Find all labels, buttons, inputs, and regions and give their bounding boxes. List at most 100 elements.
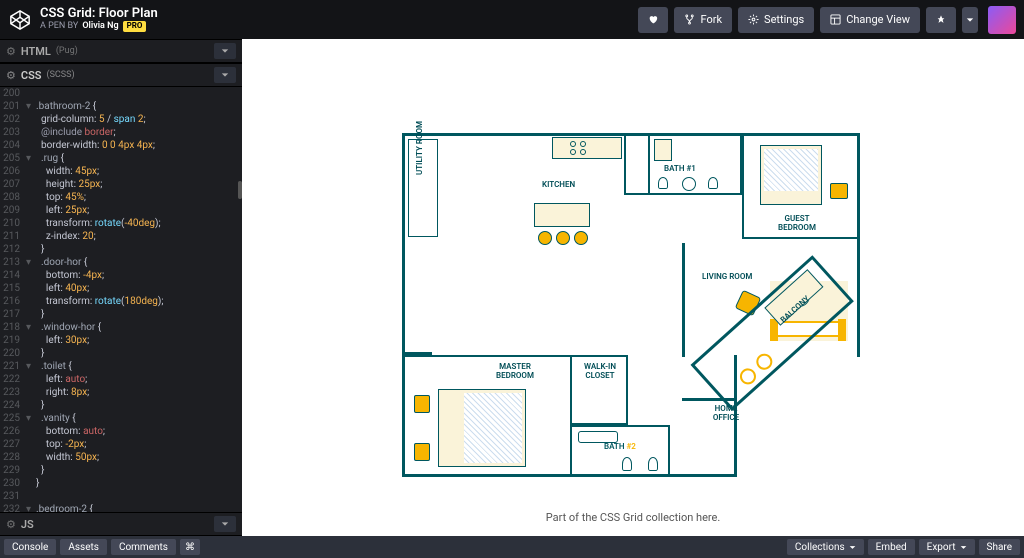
code-line[interactable]: 215 left: 40px;	[0, 282, 242, 295]
code-line[interactable]: 222 left: auto;	[0, 373, 242, 386]
embed-button[interactable]: Embed	[868, 539, 915, 555]
stool-icon	[538, 231, 552, 245]
bed	[760, 145, 822, 205]
chevron-down-icon[interactable]	[214, 43, 236, 59]
burner-icon	[580, 149, 586, 155]
code-line[interactable]: 220 }	[0, 347, 242, 360]
code-line[interactable]: 210 transform: rotate(-40deg);	[0, 217, 242, 230]
header-left: CSS Grid: Floor Plan A PEN BY Olivia Ng …	[8, 7, 158, 32]
code-line[interactable]: 225▾ .vanity {	[0, 412, 242, 425]
settings-label: Settings	[764, 13, 804, 26]
bed	[438, 389, 526, 467]
chair-icon	[753, 350, 776, 373]
title-block: CSS Grid: Floor Plan A PEN BY Olivia Ng …	[40, 7, 158, 32]
code-line[interactable]: 229 }	[0, 464, 242, 477]
code-line[interactable]: 228 width: 50px;	[0, 451, 242, 464]
change-view-button[interactable]: Change View	[820, 7, 920, 33]
kitchen-counter	[552, 137, 622, 159]
fork-button[interactable]: Fork	[674, 7, 732, 33]
burner-icon	[570, 149, 576, 155]
heart-button[interactable]	[638, 7, 668, 33]
code-line[interactable]: 231	[0, 490, 242, 503]
gear-icon[interactable]: ⚙	[6, 69, 16, 82]
shortcuts-button[interactable]: ⌘	[180, 539, 200, 555]
collections-button[interactable]: Collections	[787, 539, 864, 555]
top-header: CSS Grid: Floor Plan A PEN BY Olivia Ng …	[0, 0, 1024, 39]
pen-title: CSS Grid: Floor Plan	[40, 7, 158, 21]
burner-icon	[570, 141, 576, 147]
code-line[interactable]: 219 left: 30px;	[0, 334, 242, 347]
nightstand	[414, 443, 430, 461]
js-lang-label: JS	[21, 518, 34, 531]
code-line[interactable]: 227 top: -2px;	[0, 438, 242, 451]
toilet-icon	[648, 457, 658, 471]
gear-icon[interactable]: ⚙	[6, 45, 16, 58]
floor-plan: UTILITY ROOM KITCHEN BATH #1	[402, 133, 860, 477]
code-line[interactable]: 208 top: 45%;	[0, 191, 242, 204]
code-line[interactable]: 223 right: 8px;	[0, 386, 242, 399]
js-panel-header[interactable]: ⚙ JS	[0, 512, 242, 536]
pin-button[interactable]	[926, 7, 956, 33]
code-line[interactable]: 204 border-width: 0 0 4px 4px;	[0, 139, 242, 152]
settings-button[interactable]: Settings	[738, 7, 814, 33]
code-line[interactable]: 217 }	[0, 308, 242, 321]
code-line[interactable]: 200	[0, 87, 242, 100]
code-line[interactable]: 211 z-index: 20;	[0, 230, 242, 243]
living-label: LIVING ROOM	[702, 273, 752, 282]
menu-caret-button[interactable]	[962, 7, 978, 33]
code-line[interactable]: 213▾ .door-hor {	[0, 256, 242, 269]
wall	[624, 133, 650, 195]
bottom-footer: Console Assets Comments ⌘ Collections Em…	[0, 536, 1024, 558]
change-view-label: Change View	[846, 13, 910, 26]
chevron-down-icon[interactable]	[214, 67, 236, 83]
share-button[interactable]: Share	[979, 539, 1020, 555]
console-button[interactable]: Console	[4, 539, 56, 555]
nightstand	[414, 395, 430, 413]
code-line[interactable]: 206 width: 45px;	[0, 165, 242, 178]
css-panel-header[interactable]: ⚙ CSS (SCSS)	[0, 63, 242, 87]
export-button[interactable]: Export	[919, 539, 975, 555]
code-line[interactable]: 230}	[0, 477, 242, 490]
toilet-icon	[622, 457, 632, 471]
kitchen-island	[534, 203, 590, 227]
code-line[interactable]: 202 grid-column: 5 / span 2;	[0, 113, 242, 126]
code-line[interactable]: 201▾.bathroom-2 {	[0, 100, 242, 113]
chair-icon	[737, 365, 760, 388]
user-avatar[interactable]	[988, 6, 1016, 34]
preview-caption: Part of the CSS Grid collection here.	[242, 503, 1024, 536]
office-label: HOME OFFICE	[706, 405, 746, 423]
code-line[interactable]: 205▾ .rug {	[0, 152, 242, 165]
pro-badge: PRO	[123, 21, 147, 32]
html-panel-header[interactable]: ⚙ HTML (Pug)	[0, 39, 242, 63]
bath2-label: BATH #2	[604, 443, 636, 452]
nightstand	[830, 183, 848, 199]
subtitle-prefix: A PEN BY	[40, 22, 78, 32]
code-line[interactable]: 209 left: 25px;	[0, 204, 242, 217]
code-line[interactable]: 216 transform: rotate(180deg);	[0, 295, 242, 308]
code-line[interactable]: 212 }	[0, 243, 242, 256]
code-line[interactable]: 207 height: 25px;	[0, 178, 242, 191]
code-line[interactable]: 203 @include border;	[0, 126, 242, 139]
burner-icon	[580, 141, 586, 147]
codepen-logo-icon[interactable]	[8, 8, 32, 32]
code-line[interactable]: 214 bottom: -4px;	[0, 269, 242, 282]
stool-icon	[556, 231, 570, 245]
bath1-label: BATH #1	[664, 165, 696, 174]
code-line[interactable]: 232▾.bedroom-2 {	[0, 503, 242, 512]
bathtub	[578, 431, 618, 443]
code-editor[interactable]: 200201▾.bathroom-2 {202 grid-column: 5 /…	[0, 87, 242, 512]
code-line[interactable]: 218▾ .window-hor {	[0, 321, 242, 334]
guest-label: GUEST BEDROOM	[772, 215, 822, 233]
code-line[interactable]: 226 bottom: auto;	[0, 425, 242, 438]
assets-button[interactable]: Assets	[60, 539, 107, 555]
fork-label: Fork	[700, 13, 722, 26]
code-line[interactable]: 221▾ .toilet {	[0, 360, 242, 373]
sink-icon	[682, 177, 696, 191]
rug	[654, 139, 672, 161]
comments-button[interactable]: Comments	[111, 539, 176, 555]
gear-icon[interactable]: ⚙	[6, 518, 16, 531]
chevron-down-icon[interactable]	[214, 516, 236, 532]
code-line[interactable]: 224 }	[0, 399, 242, 412]
pen-author[interactable]: Olivia Ng	[82, 22, 118, 32]
preview-canvas: UTILITY ROOM KITCHEN BATH #1	[242, 39, 1024, 503]
